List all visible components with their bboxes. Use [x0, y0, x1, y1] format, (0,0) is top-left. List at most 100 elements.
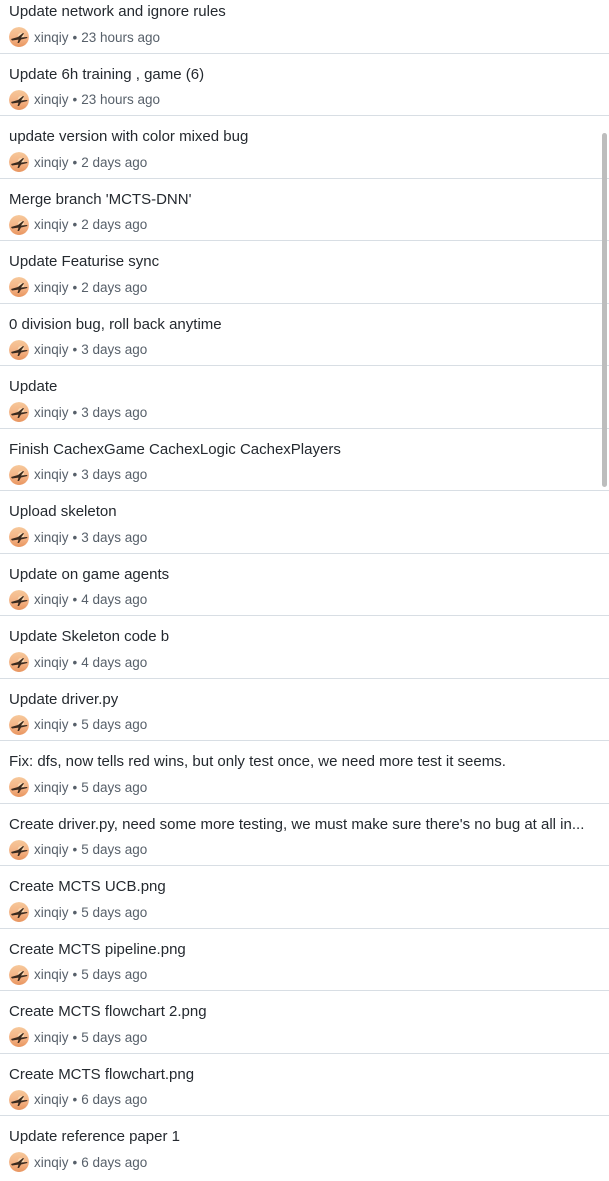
commit-author[interactable]: xinqiy: [34, 905, 69, 920]
commit-title[interactable]: Create MCTS flowchart.png: [9, 1066, 194, 1084]
commit-time: 6 days ago: [81, 1092, 148, 1107]
commit-meta: xinqiy • 5 days ago: [9, 714, 148, 735]
commit-meta: xinqiy • 5 days ago: [9, 777, 147, 797]
avatar-icon[interactable]: [9, 464, 29, 485]
commit-row[interactable]: Create driver.py, need some more testing…: [0, 804, 609, 866]
commit-author[interactable]: xinqiy: [34, 780, 69, 795]
avatar-icon[interactable]: [9, 839, 29, 860]
commit-author[interactable]: xinqiy: [34, 405, 69, 420]
commit-author[interactable]: xinqiy: [34, 530, 69, 545]
meta-separator: •: [72, 592, 78, 607]
commit-title[interactable]: update version with color mixed bug: [9, 128, 248, 146]
commit-author[interactable]: xinqiy: [34, 280, 69, 295]
commit-author[interactable]: xinqiy: [34, 92, 69, 107]
commit-title[interactable]: Create MCTS pipeline.png: [9, 941, 186, 959]
commit-row[interactable]: Create MCTS UCB.png xinqiy • 5 days ago: [0, 866, 609, 929]
avatar-icon[interactable]: [9, 1027, 29, 1047]
commit-row[interactable]: Update reference paper 1 xinqiy • 6 days…: [0, 1116, 609, 1179]
avatar-icon[interactable]: [9, 652, 29, 672]
commit-title[interactable]: Update Featurise sync: [9, 253, 159, 271]
avatar-icon[interactable]: [9, 402, 29, 422]
meta-separator: •: [72, 404, 78, 420]
commit-row[interactable]: Merge branch 'MCTS-DNN' xinqiy • 2 days …: [0, 179, 609, 241]
commit-meta: xinqiy • 6 days ago: [9, 1152, 147, 1172]
avatar-icon[interactable]: [9, 214, 29, 235]
commit-meta: xinqiy • 4 days ago: [9, 589, 147, 610]
commit-author[interactable]: xinqiy: [34, 1092, 69, 1107]
commit-meta: xinqiy • 3 days ago: [9, 464, 148, 485]
commit-author[interactable]: xinqiy: [34, 1155, 69, 1170]
commit-time: 23 hours ago: [81, 29, 161, 45]
commit-row[interactable]: Create MCTS flowchart 2.png xinqiy • 5 d…: [0, 991, 609, 1054]
avatar-icon[interactable]: [9, 277, 29, 297]
commit-title[interactable]: Finish CachexGame CachexLogic CachexPlay…: [9, 441, 341, 459]
commit-author[interactable]: xinqiy: [34, 842, 69, 857]
commit-row[interactable]: Update driver.py xinqiy • 5 days ago: [0, 679, 609, 741]
commit-row[interactable]: Create MCTS pipeline.png xinqiy • 5 days…: [0, 929, 609, 991]
commit-title[interactable]: Update driver.py: [9, 691, 118, 709]
commit-author[interactable]: xinqiy: [34, 967, 69, 982]
commit-row[interactable]: Upload skeleton xinqiy • 3 days ago: [0, 491, 609, 554]
commit-author[interactable]: xinqiy: [34, 717, 69, 732]
meta-separator: •: [72, 279, 78, 295]
avatar-icon[interactable]: [9, 1089, 29, 1110]
commit-row[interactable]: Fix: dfs, now tells red wins, but only t…: [0, 741, 609, 804]
commit-title[interactable]: Upload skeleton: [9, 503, 117, 521]
commit-meta: xinqiy • 3 days ago: [9, 402, 147, 422]
commit-time: 5 days ago: [81, 717, 148, 732]
commit-time: 3 days ago: [81, 342, 148, 357]
commit-title[interactable]: Update 6h training , game (6): [9, 66, 204, 84]
avatar-icon[interactable]: [9, 777, 29, 797]
commit-title[interactable]: Update network and ignore rules: [9, 3, 226, 21]
commit-row[interactable]: 0 division bug, roll back anytime xinqiy…: [0, 304, 609, 366]
avatar-icon[interactable]: [9, 89, 29, 110]
avatar-icon[interactable]: [9, 714, 29, 735]
commit-title[interactable]: 0 division bug, roll back anytime: [9, 316, 222, 334]
commit-time: 3 days ago: [81, 404, 148, 420]
commit-time: 2 days ago: [81, 154, 148, 170]
commit-row[interactable]: Update Skeleton code b xinqiy • 4 days a…: [0, 616, 609, 679]
commit-row[interactable]: Create MCTS flowchart.png xinqiy • 6 day…: [0, 1054, 609, 1116]
commit-time: 3 days ago: [81, 467, 148, 482]
commit-author[interactable]: xinqiy: [34, 467, 69, 482]
avatar-icon[interactable]: [9, 1152, 29, 1172]
avatar-icon[interactable]: [9, 27, 29, 47]
commit-title[interactable]: Create driver.py, need some more testing…: [9, 816, 584, 834]
commit-row[interactable]: Finish CachexGame CachexLogic CachexPlay…: [0, 429, 609, 491]
commit-author[interactable]: xinqiy: [34, 217, 69, 232]
commit-row[interactable]: Update 6h training , game (6) xinqiy • 2…: [0, 54, 609, 116]
commit-row[interactable]: update version with color mixed bug xinq…: [0, 116, 609, 179]
commit-meta: xinqiy • 2 days ago: [9, 214, 147, 235]
commit-author[interactable]: xinqiy: [34, 155, 69, 170]
avatar-icon[interactable]: [9, 339, 29, 360]
commit-time: 5 days ago: [81, 904, 148, 920]
commit-title[interactable]: Merge branch 'MCTS-DNN': [9, 191, 191, 209]
commit-row[interactable]: Update xinqiy • 3 days ago: [0, 366, 609, 429]
commit-author[interactable]: xinqiy: [34, 30, 69, 45]
commit-row[interactable]: Update Featurise sync xinqiy • 2 days ag…: [0, 241, 609, 304]
commit-list: Update network and ignore rules xinqiy •…: [0, 0, 609, 1179]
commit-author[interactable]: xinqiy: [34, 592, 69, 607]
commit-time: 5 days ago: [81, 1029, 148, 1045]
commit-author[interactable]: xinqiy: [34, 655, 69, 670]
avatar-icon[interactable]: [9, 152, 29, 172]
avatar-icon[interactable]: [9, 589, 29, 610]
scrollbar-thumb[interactable]: [602, 133, 607, 487]
commit-title[interactable]: Create MCTS UCB.png: [9, 878, 166, 896]
avatar-icon[interactable]: [9, 527, 29, 547]
avatar-icon[interactable]: [9, 902, 29, 922]
commit-title[interactable]: Update Skeleton code b: [9, 628, 169, 646]
commit-title[interactable]: Update reference paper 1: [9, 1128, 180, 1146]
commit-title[interactable]: Create MCTS flowchart 2.png: [9, 1003, 207, 1021]
commit-meta: xinqiy • 23 hours ago: [9, 89, 160, 110]
commit-title[interactable]: Update on game agents: [9, 566, 169, 584]
commit-row[interactable]: Update network and ignore rules xinqiy •…: [0, 0, 609, 54]
commit-title[interactable]: Fix: dfs, now tells red wins, but only t…: [9, 753, 506, 771]
commit-title[interactable]: Update: [9, 378, 57, 396]
commit-author[interactable]: xinqiy: [34, 342, 69, 357]
commit-row[interactable]: Update on game agents xinqiy • 4 days ag…: [0, 554, 609, 616]
avatar-icon[interactable]: [9, 964, 29, 985]
meta-separator: •: [72, 967, 78, 982]
commit-time: 2 days ago: [81, 279, 148, 295]
commit-author[interactable]: xinqiy: [34, 1030, 69, 1045]
